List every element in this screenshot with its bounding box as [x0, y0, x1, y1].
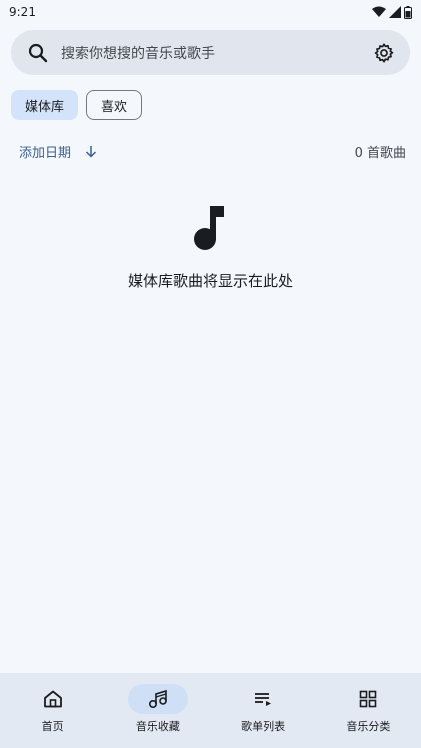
chip-favorites[interactable]: 喜欢	[86, 90, 143, 120]
home-icon	[43, 690, 62, 708]
status-icons	[372, 5, 412, 19]
grid-icon	[360, 690, 377, 708]
search-bar[interactable]: 搜索你想搜的音乐或歌手	[11, 30, 410, 75]
status-time: 9:21	[9, 5, 36, 19]
empty-state: 媒体库歌曲将显示在此处	[0, 200, 421, 291]
nav-music-library[interactable]: 音乐收藏	[113, 684, 203, 734]
nav-icon-wrap	[127, 684, 188, 714]
chip-library[interactable]: 媒体库	[11, 90, 79, 120]
nav-home[interactable]: 首页	[8, 684, 98, 734]
filter-chips: 媒体库 喜欢	[11, 90, 143, 120]
nav-label: 首页	[41, 720, 64, 733]
playlist-icon	[255, 693, 272, 706]
song-count: 0 首歌曲	[354, 145, 406, 161]
nav-label: 歌单列表	[241, 720, 286, 733]
music-library-icon	[148, 689, 167, 709]
settings-icon[interactable]	[372, 41, 396, 65]
nav-label: 音乐分类	[346, 720, 391, 733]
sort-row: 添加日期 0 首歌曲	[19, 140, 406, 162]
arrow-down-icon	[85, 145, 97, 158]
nav-icon-wrap	[23, 684, 83, 714]
wifi-icon	[372, 6, 386, 17]
status-bar: 9:21	[0, 0, 421, 24]
search-input[interactable]: 搜索你想搜的音乐或歌手	[61, 43, 372, 63]
nav-categories[interactable]: 音乐分类	[323, 684, 413, 734]
nav-label: 音乐收藏	[135, 720, 180, 733]
cellular-icon	[389, 6, 401, 18]
sort-button[interactable]: 添加日期	[19, 142, 97, 161]
battery-icon	[404, 5, 412, 19]
bottom-nav: 首页 音乐收藏 歌单列表 音乐分类	[0, 673, 421, 748]
nav-playlists[interactable]: 歌单列表	[218, 684, 308, 734]
empty-message: 媒体库歌曲将显示在此处	[127, 272, 293, 290]
music-note-icon	[193, 206, 224, 250]
search-icon[interactable]	[27, 42, 49, 64]
nav-icon-wrap	[338, 684, 398, 714]
sort-label: 添加日期	[19, 145, 72, 161]
nav-icon-wrap	[233, 684, 293, 714]
